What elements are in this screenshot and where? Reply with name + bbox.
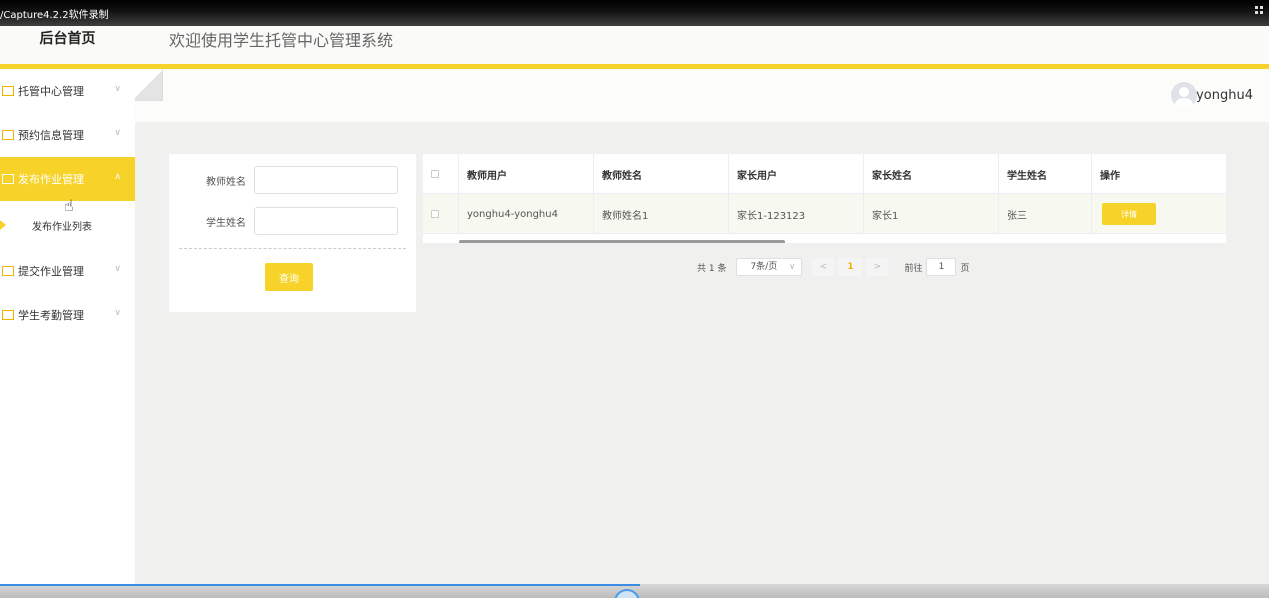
folder-icon	[2, 266, 14, 276]
active-indicator-icon	[0, 220, 6, 230]
teacher-name-label: 教师姓名	[206, 177, 246, 188]
search-panel: 教师姓名 学生姓名 查询	[169, 154, 416, 312]
folder-icon	[2, 174, 14, 184]
teacher-name-input[interactable]	[254, 166, 398, 194]
column-header[interactable]: 家长姓名	[864, 154, 999, 194]
detail-button[interactable]: 详情	[1102, 203, 1156, 225]
system-title: 欢迎使用学生托管中心管理系统	[169, 31, 394, 50]
recording-progress	[0, 584, 640, 586]
pagination-total: 共 1 条	[697, 263, 727, 274]
top-toolbar: yonghu4	[135, 69, 1269, 122]
table-cell: 张三	[999, 194, 1092, 234]
folder-icon	[2, 310, 14, 320]
chevron-down-icon: ∨	[114, 84, 121, 94]
sidebar-item-label: 提交作业管理	[18, 265, 84, 278]
page-size-select[interactable]: 7条/页 ∨	[736, 258, 803, 276]
recorder-overlay-bar: /Capture4.2.2软件录制	[0, 0, 1269, 26]
chevron-up-icon: ∧	[114, 172, 121, 182]
query-button[interactable]: 查询	[265, 263, 313, 291]
username[interactable]: yonghu4	[1196, 88, 1253, 103]
row-checkbox[interactable]	[431, 210, 439, 218]
chevron-down-icon: ∨	[788, 262, 796, 272]
column-header[interactable]: 学生姓名	[999, 154, 1092, 194]
sidebar-item-label: 托管中心管理	[18, 85, 84, 98]
page-number-current[interactable]: 1	[838, 258, 863, 276]
column-header[interactable]: 教师姓名	[594, 154, 729, 194]
goto-page-input[interactable]: 1	[926, 258, 957, 276]
prev-page-button[interactable]: <	[812, 258, 835, 276]
select-all-checkbox[interactable]	[431, 170, 439, 178]
sidebar-item-publish-homework[interactable]: 发布作业管理 ∧	[0, 157, 135, 201]
column-header[interactable]: 家长用户	[729, 154, 864, 194]
student-name-field: 学生姓名	[169, 207, 416, 235]
recorder-bottom-bar	[0, 584, 1269, 598]
collapse-sidebar-icon[interactable]	[135, 69, 163, 101]
row-select-cell	[423, 194, 459, 234]
record-control-icon[interactable]	[614, 589, 640, 598]
grip-icon[interactable]	[1255, 6, 1263, 14]
chevron-down-icon: ∨	[114, 264, 121, 274]
pagination: 共 1 条 7条/页 ∨ < 1 > 前往 1 页	[697, 258, 969, 276]
sidebar-item-attendance[interactable]: 学生考勤管理 ∨	[0, 293, 135, 337]
folder-icon	[2, 130, 14, 140]
goto-label: 前往	[904, 263, 923, 274]
page-size-value: 7条/页	[750, 262, 778, 272]
table-header: 教师用户 教师姓名 家长用户 家长姓名 学生姓名 操作	[423, 154, 1226, 194]
student-name-label: 学生姓名	[206, 218, 246, 229]
sidebar-subitem-label: 发布作业列表	[32, 221, 92, 233]
column-header: 操作	[1100, 170, 1120, 182]
table-cell: 教师姓名1	[594, 194, 729, 234]
student-name-input[interactable]	[254, 207, 398, 235]
horizontal-scrollbar[interactable]	[459, 240, 785, 243]
sidebar-item-care-center[interactable]: 托管中心管理 ∨	[0, 69, 135, 113]
homework-table: 教师用户 教师姓名 家长用户 家长姓名 学生姓名 操作 yonghu4-yong…	[423, 154, 1226, 243]
sidebar-item-submit-homework[interactable]: 提交作业管理 ∨	[0, 249, 135, 293]
recorder-title: /Capture4.2.2软件录制	[0, 10, 109, 21]
sidebar-item-reservation[interactable]: 预约信息管理 ∨	[0, 113, 135, 157]
page-unit-label: 页	[960, 263, 970, 274]
table-cell: 家长1	[864, 194, 999, 234]
sidebar-item-label: 学生考勤管理	[18, 309, 84, 322]
next-page-button[interactable]: >	[866, 258, 889, 276]
chevron-down-icon: ∨	[114, 128, 121, 138]
table-cell: 家长1-123123	[729, 194, 864, 234]
select-all-cell	[423, 154, 459, 194]
column-header[interactable]: 教师用户	[459, 154, 594, 194]
divider	[179, 248, 406, 249]
table-row[interactable]: yonghu4-yonghu4 教师姓名1 家长1-123123 家长1 张三 …	[423, 194, 1226, 234]
chevron-down-icon: ∨	[114, 308, 121, 318]
brand-home[interactable]: 后台首页	[0, 26, 135, 64]
folder-icon	[2, 86, 14, 96]
hand-cursor-icon: ☝	[64, 196, 74, 215]
table-cell: yonghu4-yonghu4	[459, 194, 594, 234]
avatar[interactable]	[1171, 82, 1197, 108]
action-cell: 详情	[1092, 194, 1226, 234]
sidebar: 托管中心管理 ∨ 预约信息管理 ∨ 发布作业管理 ∧ 发布作业列表 提交作业管理…	[0, 69, 135, 598]
sidebar-item-label: 发布作业管理	[18, 173, 84, 186]
sidebar-item-label: 预约信息管理	[18, 129, 84, 142]
teacher-name-field: 教师姓名	[169, 166, 416, 194]
